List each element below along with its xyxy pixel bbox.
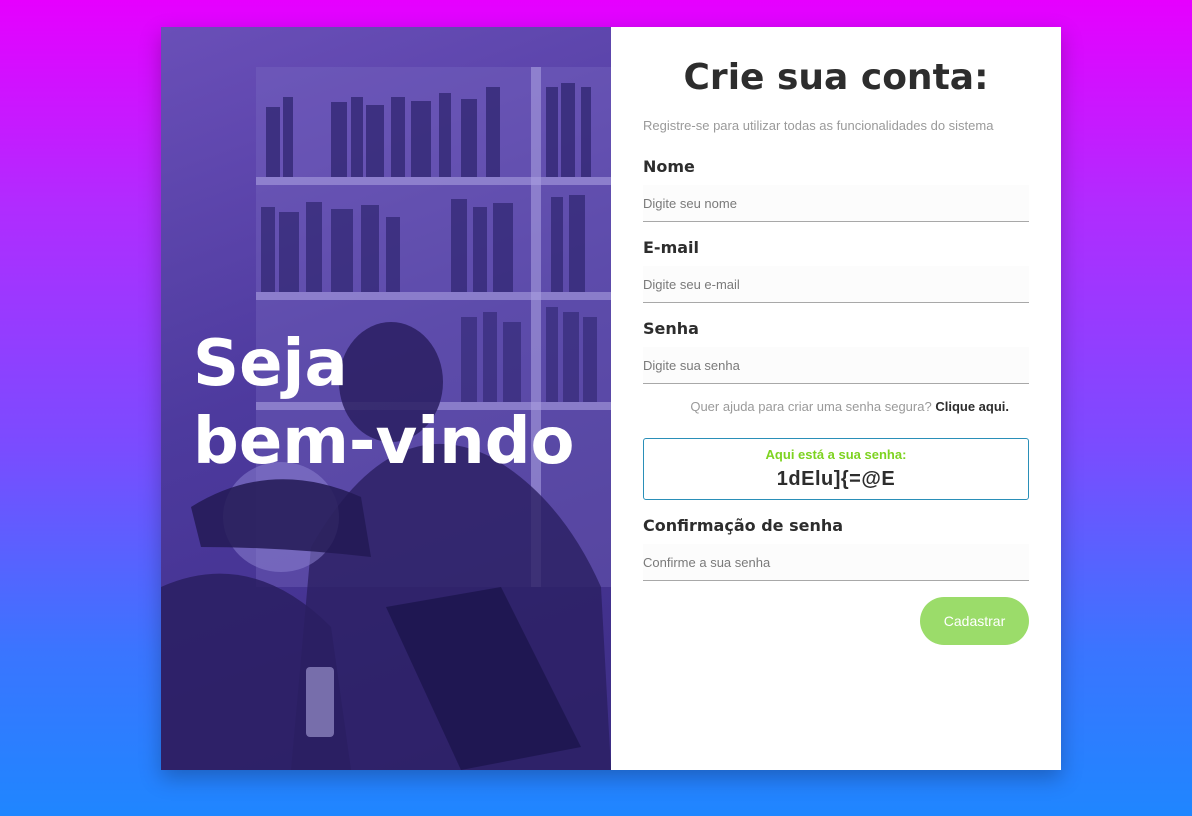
submit-button[interactable]: Cadastrar (920, 597, 1029, 645)
generated-password-value: 1dElu]{=@E (776, 468, 896, 490)
password-help: Quer ajuda para criar uma senha segura? … (611, 399, 1029, 414)
email-label: E-mail (643, 238, 700, 257)
password-input[interactable] (643, 347, 1029, 384)
password-help-link[interactable]: Clique aqui. (935, 399, 1009, 414)
email-input[interactable] (643, 266, 1029, 303)
signup-card: Seja bem-vindo Crie sua conta: Registre-… (161, 27, 1061, 770)
form-subtitle: Registre-se para utilizar todas as funci… (643, 118, 994, 133)
generated-password-box: Aqui está a sua senha: 1dElu]{=@E (643, 438, 1029, 500)
confirm-password-input[interactable] (643, 544, 1029, 581)
password-label: Senha (643, 319, 699, 338)
hero-heading: Seja bem-vindo (193, 325, 574, 481)
form-title: Crie sua conta: (683, 57, 989, 98)
hero-heading-line2: bem-vindo (193, 405, 575, 479)
hero-heading-line1: Seja (193, 327, 348, 401)
generated-password-caption: Aqui está a sua senha: (765, 447, 907, 462)
signup-form: Crie sua conta: Registre-se para utiliza… (611, 27, 1061, 770)
name-label: Nome (643, 157, 695, 176)
confirm-label: Confirmação de senha (643, 516, 844, 535)
hero-panel: Seja bem-vindo (161, 27, 611, 770)
name-input[interactable] (643, 185, 1029, 222)
password-help-text: Quer ajuda para criar uma senha segura? (690, 399, 932, 414)
